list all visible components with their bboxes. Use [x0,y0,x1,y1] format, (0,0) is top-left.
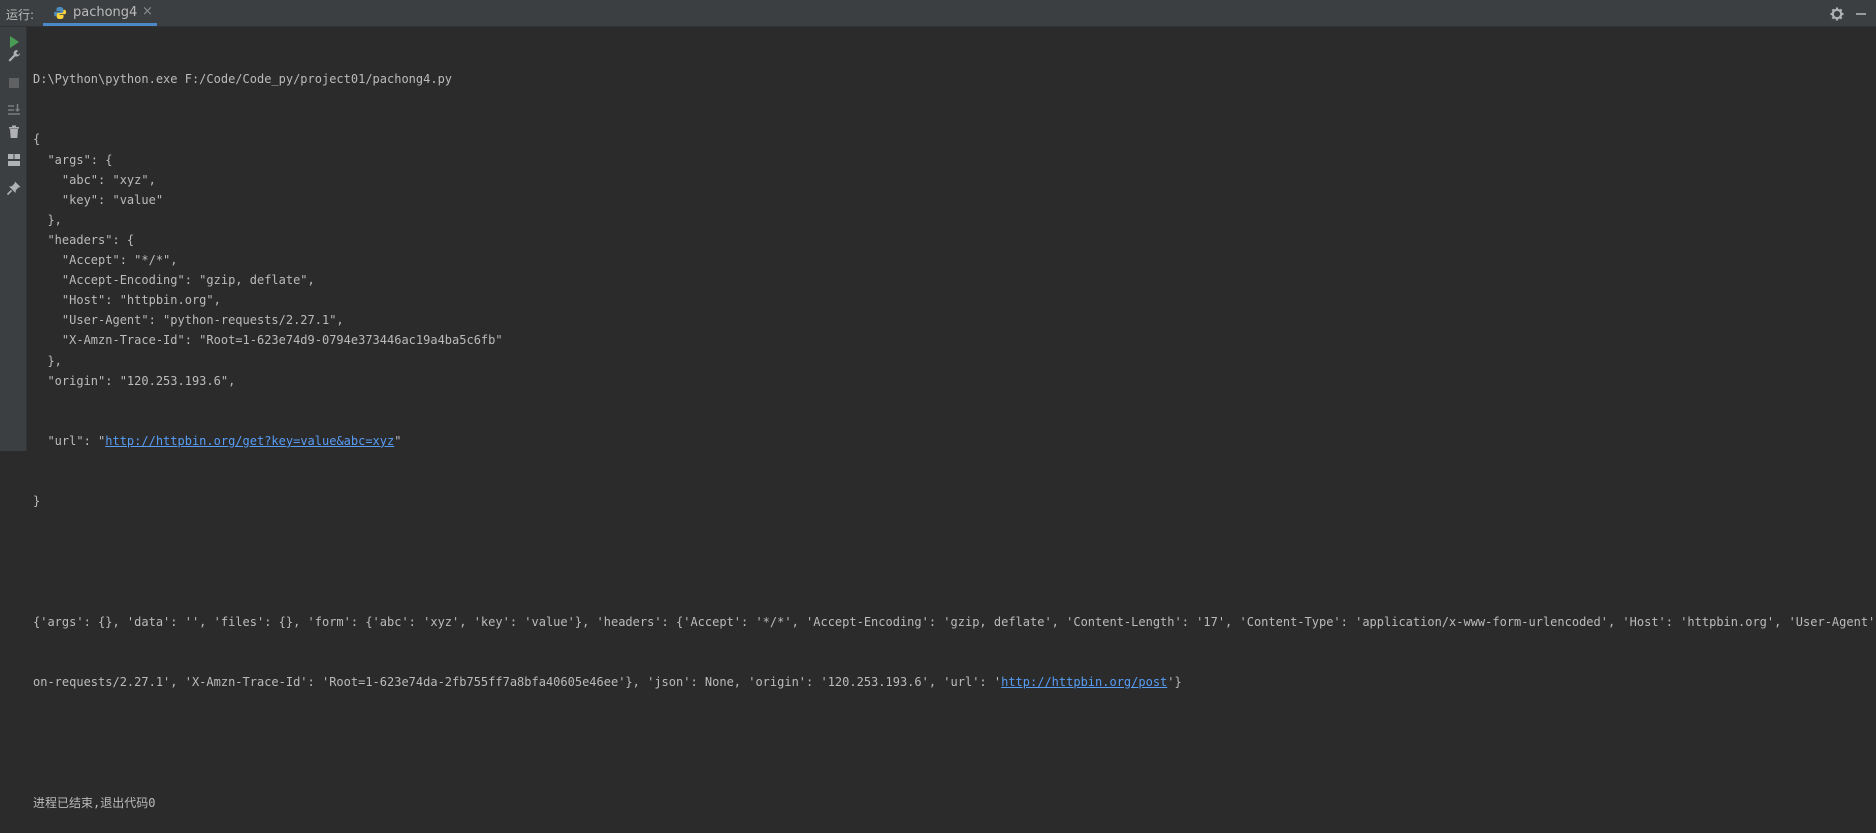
gear-icon[interactable] [1830,7,1844,21]
dict-prefix: on-requests/2.27.1', 'X-Amzn-Trace-Id': … [33,675,1002,689]
layout-icon[interactable] [6,152,22,168]
json-line: }, [33,353,62,368]
json-url-line: "url": "http://httpbin.org/get?key=value… [33,431,1876,451]
json-line: "args": { [33,152,113,167]
json-line: "key": "value" [33,192,164,207]
json-line: "origin": "120.253.193.6", [33,373,236,388]
json-line: "Accept": "*/*", [33,253,178,268]
run-toolbar: 运行: pachong4 × [0,0,1876,27]
json-line: }, [33,212,62,227]
url-suffix: " [394,433,402,448]
json-line: "X-Amzn-Trace-Id": "Root=1-623e74d9-0794… [33,333,503,348]
tab-label: pachong4 [73,5,138,20]
close-icon[interactable]: × [142,4,153,19]
pin-icon[interactable] [6,180,22,196]
run-sidebar [0,27,27,451]
command-line: D:\Python\python.exe F:/Code/Code_py/pro… [33,72,453,87]
exit-line: 进程已结束,退出代码0 [33,795,156,810]
stop-icon[interactable] [6,75,22,91]
console-output[interactable]: D:\Python\python.exe F:/Code/Code_py/pro… [33,29,1876,809]
tab-pachong4[interactable]: pachong4 × [43,0,157,26]
run-label: 运行: [6,8,35,22]
post-url-link[interactable]: http://httpbin.org/post [1001,675,1167,689]
json-line: "Host": "httpbin.org", [33,293,221,308]
url-prefix: "url": " [33,433,106,448]
json-line: "headers": { [33,232,135,247]
json-close-line: } [33,494,41,509]
json-line: "Accept-Encoding": "gzip, deflate", [33,273,315,288]
minimize-icon[interactable] [1855,7,1867,21]
python-file-icon [54,7,66,19]
json-line: "User-Agent": "python-requests/2.27.1", [33,313,344,328]
json-line: "abc": "xyz", [33,172,156,187]
trash-icon[interactable] [6,124,22,140]
dict-line-1: {'args': {}, 'data': '', 'files': {}, 'f… [33,614,1876,629]
sort-icon[interactable] [6,102,22,118]
json-output: { "args": { "abc": "xyz", "key": "value"… [33,129,1876,390]
get-url-link[interactable]: http://httpbin.org/get?key=value&abc=xyz [105,434,394,448]
dict-line-2: on-requests/2.27.1', 'X-Amzn-Trace-Id': … [33,672,1876,692]
wrench-icon[interactable] [6,48,22,64]
json-line: { [33,132,41,147]
dict-suffix: '} [1167,675,1182,689]
